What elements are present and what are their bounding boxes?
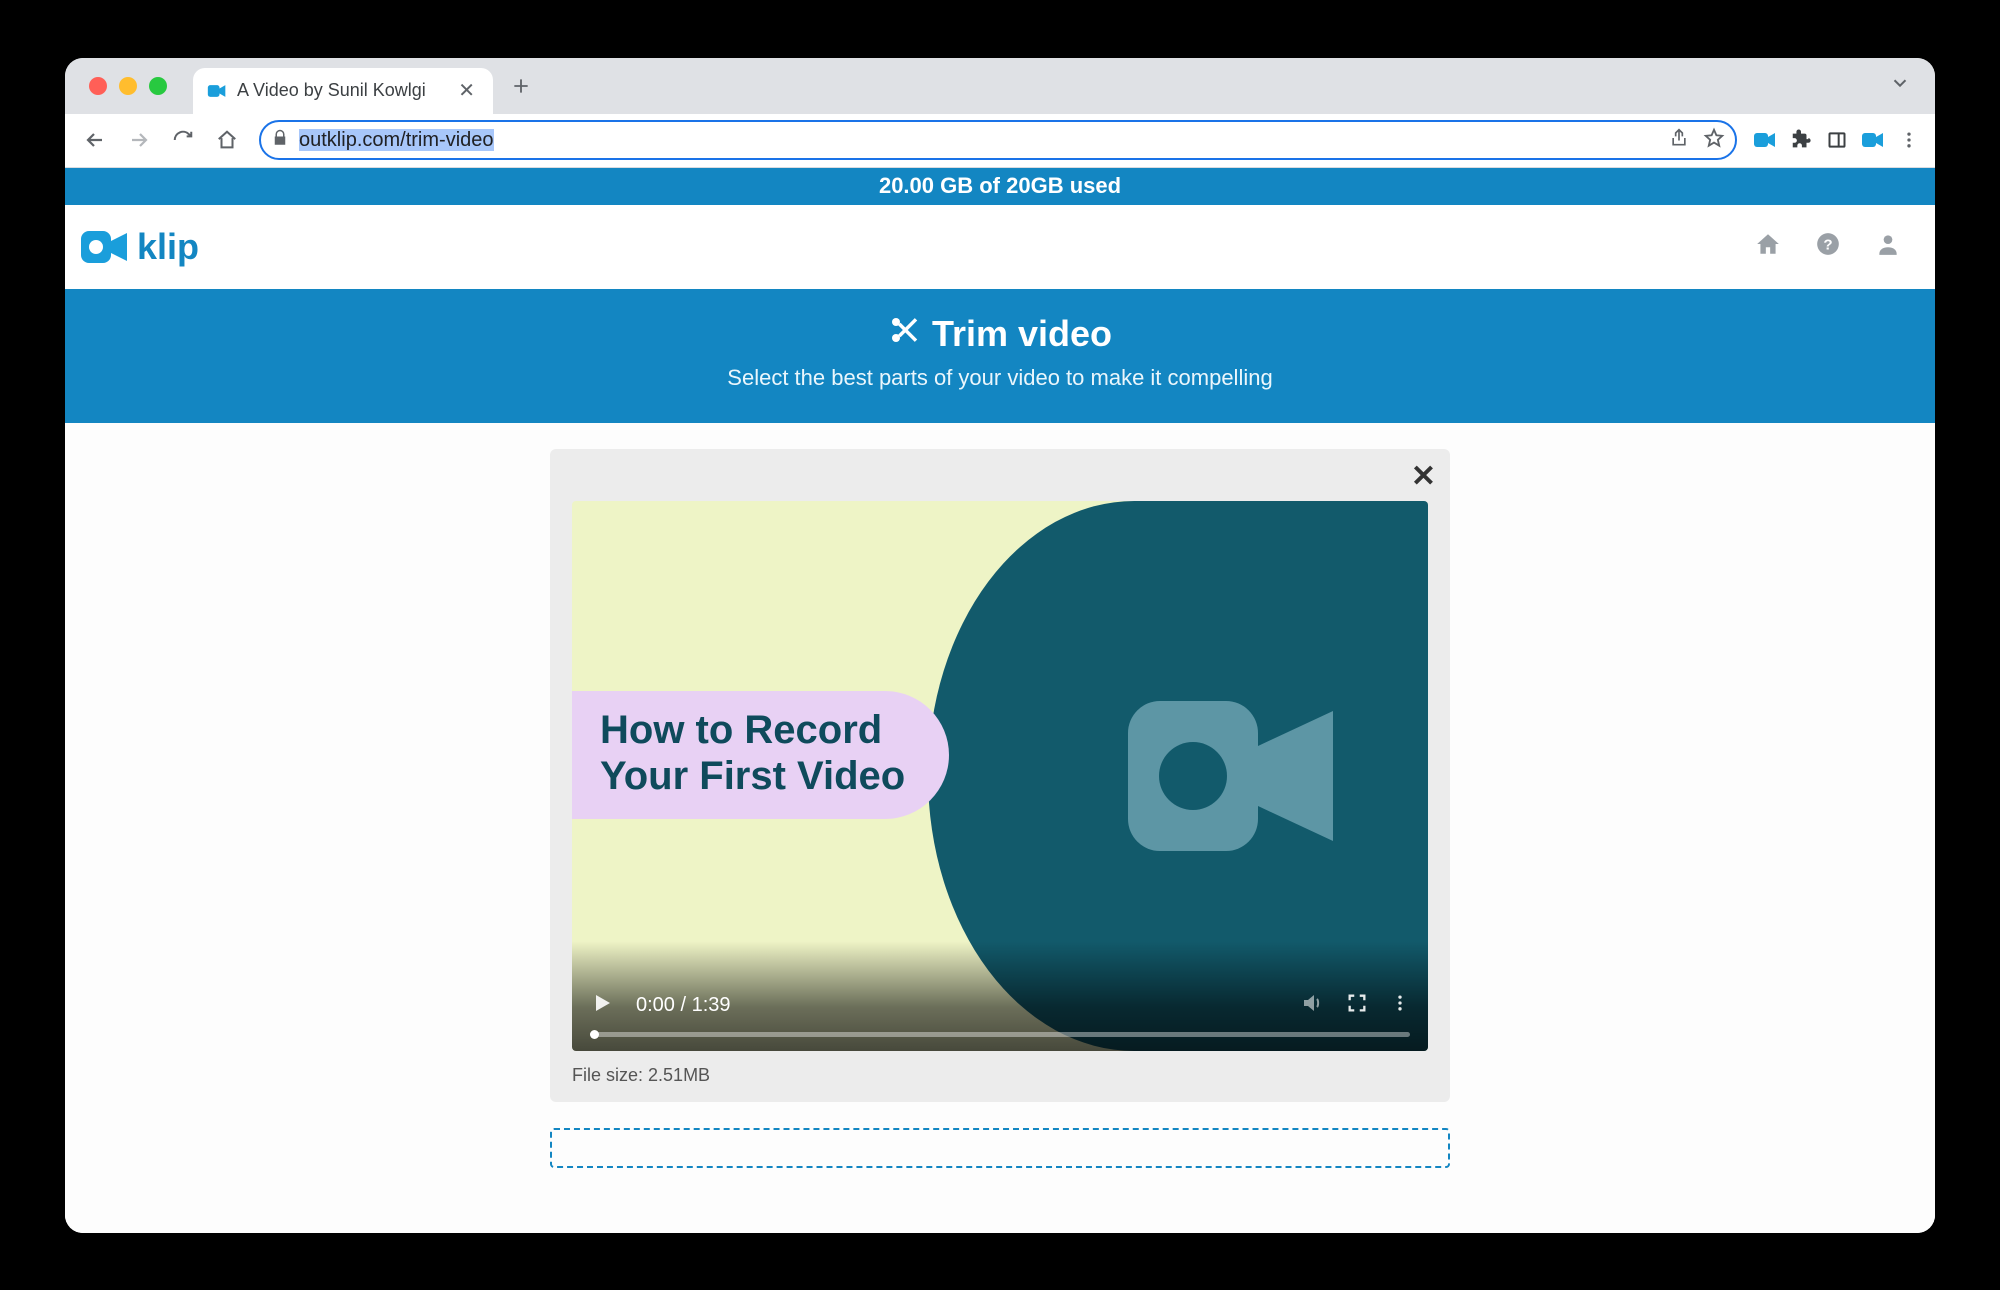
scissors-icon [888,313,920,355]
window-close-icon[interactable] [89,77,107,95]
window-maximize-icon[interactable] [149,77,167,95]
header-actions: ? [1755,231,1919,262]
window-minimize-icon[interactable] [119,77,137,95]
video-more-icon[interactable] [1390,993,1410,1018]
app-header: klip ? [65,205,1935,289]
help-icon[interactable]: ? [1815,231,1841,262]
nav-forward-button[interactable] [119,120,159,160]
video-time: 0:00 / 1:39 [636,994,731,1017]
hero-banner: Trim video Select the best parts of your… [65,289,1935,423]
extension-camera-icon[interactable] [1749,128,1781,152]
card-close-button[interactable]: ✕ [1411,459,1436,494]
nav-reload-button[interactable] [163,120,203,160]
thumbnail-camera-icon [1128,691,1338,866]
extension-camera2-icon[interactable] [1857,128,1889,152]
tab-title: A Video by Sunil Kowlgi [237,80,444,101]
play-button[interactable] [590,991,614,1020]
thumbnail-title: How to Record Your First Video [600,707,905,799]
app-logo[interactable]: klip [81,226,199,268]
file-size: File size: 2.51MB [572,1065,1428,1086]
page-content: 20.00 GB of 20GB used klip ? [65,168,1935,1233]
share-icon[interactable] [1669,128,1689,153]
thumbnail-label: How to Record Your First Video [572,691,949,819]
video-player[interactable]: How to Record Your First Video [572,501,1428,1051]
tabstrip: A Video by Sunil Kowlgi ✕ [65,58,1935,114]
panel-icon[interactable] [1821,130,1853,150]
hero-title: Trim video [65,313,1935,355]
lock-icon [271,129,289,152]
window-controls [75,58,193,114]
nav-back-button[interactable] [75,120,115,160]
extensions-puzzle-icon[interactable] [1785,129,1817,151]
video-controls: 0:00 / 1:39 [572,941,1428,1051]
hero-subtitle: Select the best parts of your video to m… [65,365,1935,391]
video-progress[interactable] [590,1032,1410,1037]
address-bar[interactable]: outklip.com/trim-video [259,120,1737,160]
volume-icon[interactable] [1300,991,1324,1020]
tab-close-icon[interactable]: ✕ [454,78,479,103]
browser-menu-icon[interactable] [1893,130,1925,150]
user-icon[interactable] [1875,231,1901,262]
browser-tab[interactable]: A Video by Sunil Kowlgi ✕ [193,68,493,114]
url-text: outklip.com/trim-video [299,129,1659,152]
tabstrip-menu-icon[interactable] [1889,72,1925,99]
video-card: ✕ How to Record Your First Video [550,449,1450,1102]
new-tab-button[interactable] [501,66,541,106]
fullscreen-icon[interactable] [1346,992,1368,1019]
home-icon[interactable] [1755,231,1781,262]
browser-window: A Video by Sunil Kowlgi ✕ outklip.com/tr… [65,58,1935,1233]
logo-text: klip [137,226,199,268]
trim-dropzone[interactable] [550,1128,1450,1168]
browser-toolbar: outklip.com/trim-video [65,114,1935,168]
nav-home-button[interactable] [207,120,247,160]
svg-text:?: ? [1823,236,1832,253]
storage-banner: 20.00 GB of 20GB used [65,168,1935,205]
tab-favicon-icon [207,81,227,101]
main-content: ✕ How to Record Your First Video [65,423,1935,1233]
logo-camera-icon [81,227,129,267]
bookmark-star-icon[interactable] [1703,127,1725,154]
